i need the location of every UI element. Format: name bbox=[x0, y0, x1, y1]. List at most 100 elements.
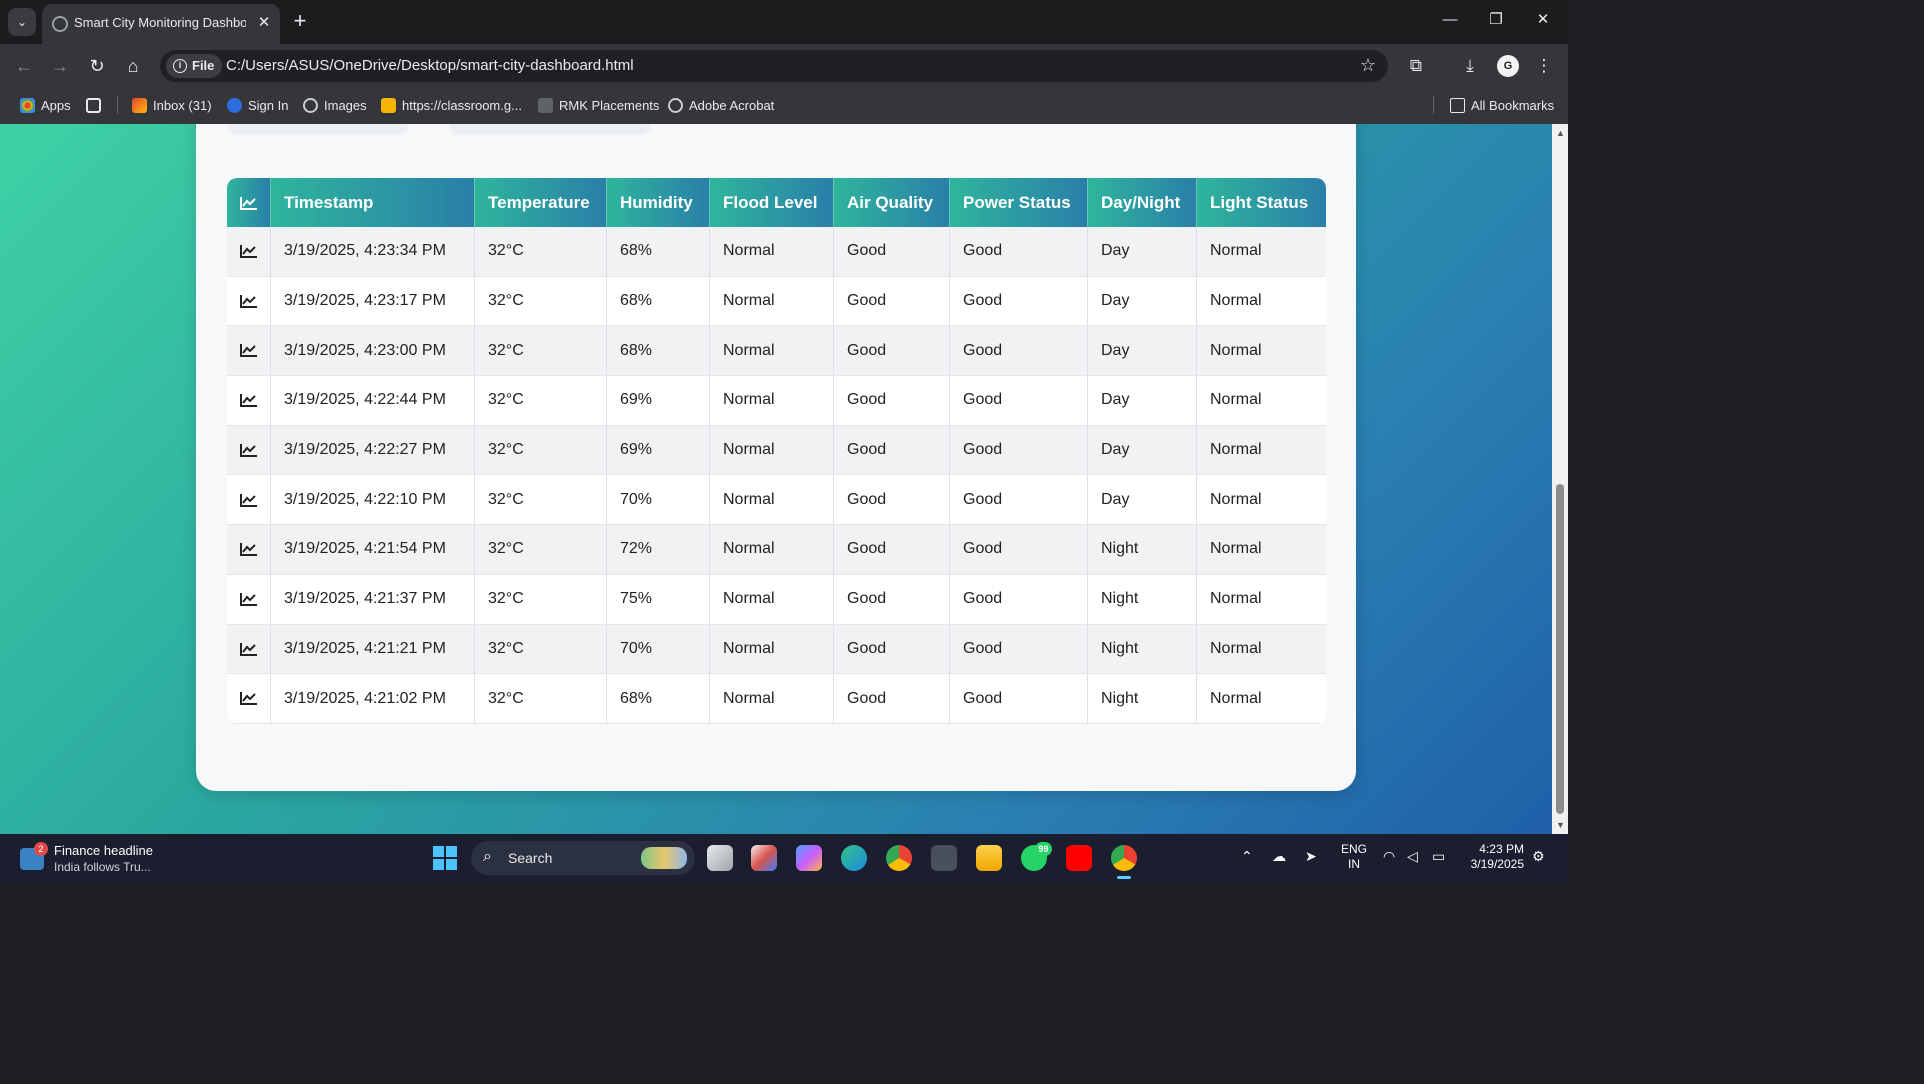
chart-line-icon bbox=[239, 294, 257, 308]
header-humidity[interactable]: Humidity bbox=[607, 178, 710, 227]
forward-button[interactable]: → bbox=[48, 54, 72, 78]
table-row[interactable]: 3/19/2025, 4:21:54 PM 32°C 72% Normal Good Go… bbox=[227, 525, 1326, 575]
news-widget[interactable]: 2 Finance headline India follows Tru... bbox=[20, 840, 220, 878]
cell-air-quality: Good bbox=[834, 674, 950, 724]
scroll-down-arrow-icon[interactable]: ▼ bbox=[1556, 820, 1565, 830]
cell-light-status: Normal bbox=[1197, 276, 1326, 327]
cell-temperature: 32°C bbox=[475, 425, 607, 476]
address-bar[interactable]: i File C:/Users/ASUS/OneDrive/Desktop/sm… bbox=[160, 50, 1388, 82]
all-bookmarks[interactable]: All Bookmarks bbox=[1450, 96, 1554, 116]
row-chart-icon-cell[interactable] bbox=[227, 674, 271, 724]
chrome-icon[interactable] bbox=[886, 845, 912, 871]
chart-line-icon bbox=[239, 642, 257, 656]
cell-flood-level: Normal bbox=[710, 326, 834, 377]
copilot-icon[interactable] bbox=[796, 845, 822, 871]
language-indicator[interactable]: ENG IN bbox=[1341, 842, 1367, 872]
bookmark-adobe[interactable]: Adobe Acrobat bbox=[668, 96, 774, 116]
url-text[interactable]: C:/Users/ASUS/OneDrive/Desktop/smart-cit… bbox=[226, 57, 634, 74]
onedrive-icon[interactable]: ☁ bbox=[1272, 848, 1286, 865]
reload-button[interactable]: ↻ bbox=[85, 54, 109, 78]
bookmark-rmk[interactable]: RMK Placements bbox=[538, 96, 659, 116]
tab-search-button[interactable]: ⌄ bbox=[8, 8, 36, 36]
minimize-button[interactable]: — bbox=[1440, 10, 1460, 30]
header-power-status[interactable]: Power Status bbox=[950, 178, 1088, 227]
back-button[interactable]: ← bbox=[12, 54, 36, 78]
cell-day-night: Night bbox=[1088, 624, 1197, 675]
header-flood-level[interactable]: Flood Level bbox=[710, 178, 834, 227]
scroll-thumb[interactable] bbox=[1556, 484, 1564, 814]
row-chart-icon-cell[interactable] bbox=[227, 475, 271, 526]
file-explorer-icon[interactable] bbox=[976, 845, 1002, 871]
table-row[interactable]: 3/19/2025, 4:21:02 PM 32°C 68% Normal Good Go… bbox=[227, 674, 1326, 724]
globe-icon bbox=[303, 98, 318, 113]
row-chart-icon-cell[interactable] bbox=[227, 276, 271, 327]
page-viewport: Timestamp Temperature Humidity Flood Lev… bbox=[0, 124, 1568, 834]
row-chart-icon-cell[interactable] bbox=[227, 425, 271, 476]
bookmark-star-icon[interactable]: ☆ bbox=[1360, 55, 1376, 76]
cell-day-night: Day bbox=[1088, 376, 1197, 426]
profile-avatar[interactable]: G bbox=[1497, 55, 1519, 77]
restore-button[interactable]: ❐ bbox=[1486, 10, 1506, 30]
browser-tab[interactable]: Smart City Monitoring Dashboard ✕ bbox=[42, 4, 280, 44]
wifi-icon[interactable]: ◠ bbox=[1383, 848, 1395, 865]
bookmark-sign-in[interactable]: Sign In bbox=[227, 96, 288, 116]
cell-air-quality: Good bbox=[834, 475, 950, 526]
youtube-icon[interactable] bbox=[1066, 845, 1092, 871]
table-row[interactable]: 3/19/2025, 4:22:10 PM 32°C 70% Normal Good Go… bbox=[227, 475, 1326, 526]
store-icon[interactable] bbox=[751, 845, 777, 871]
tab-close-icon[interactable]: ✕ bbox=[254, 13, 274, 33]
table-row[interactable]: 3/19/2025, 4:23:17 PM 32°C 68% Normal Good Go… bbox=[227, 276, 1326, 327]
chrome-active-icon[interactable] bbox=[1111, 845, 1137, 879]
volume-icon[interactable]: ◁ bbox=[1407, 848, 1418, 865]
new-tab-button[interactable]: + bbox=[288, 10, 312, 34]
bookmark-classroom[interactable]: https://classroom.g... bbox=[381, 96, 522, 116]
table-row[interactable]: 3/19/2025, 4:22:44 PM 32°C 69% Normal Good Go… bbox=[227, 376, 1326, 426]
bookmark-inbox[interactable]: Inbox (31) bbox=[132, 96, 212, 116]
extensions-icon[interactable]: ⧉ bbox=[1404, 54, 1428, 78]
row-chart-icon-cell[interactable] bbox=[227, 574, 271, 625]
site-info-chip[interactable]: i File bbox=[166, 54, 223, 78]
cell-light-status: Normal bbox=[1197, 525, 1326, 575]
bookmark-apps[interactable]: Apps bbox=[20, 96, 71, 116]
bookmark-label: Adobe Acrobat bbox=[689, 98, 775, 113]
taskbar-search[interactable]: ⌕ Search bbox=[471, 841, 695, 875]
table-row[interactable]: 3/19/2025, 4:22:27 PM 32°C 69% Normal Good Go… bbox=[227, 425, 1326, 476]
download-icon[interactable]: ⤓ bbox=[1458, 54, 1482, 78]
row-chart-icon-cell[interactable] bbox=[227, 227, 271, 277]
battery-icon[interactable]: ▭ bbox=[1432, 848, 1445, 865]
table-row[interactable]: 3/19/2025, 4:23:00 PM 32°C 68% Normal Good Go… bbox=[227, 326, 1326, 377]
vertical-scrollbar[interactable]: ▲ ▼ bbox=[1552, 124, 1568, 834]
cell-power-status: Good bbox=[950, 475, 1088, 526]
bookmark-images[interactable]: Images bbox=[303, 96, 367, 116]
header-temperature[interactable]: Temperature bbox=[475, 178, 607, 227]
windows-start-icon[interactable] bbox=[433, 846, 457, 870]
cell-humidity: 70% bbox=[607, 624, 710, 675]
row-chart-icon-cell[interactable] bbox=[227, 624, 271, 675]
chart-line-icon bbox=[239, 493, 257, 507]
cell-light-status: Normal bbox=[1197, 574, 1326, 625]
row-chart-icon-cell[interactable] bbox=[227, 326, 271, 377]
cell-light-status: Normal bbox=[1197, 227, 1326, 277]
row-chart-icon-cell[interactable] bbox=[227, 376, 271, 426]
table-row[interactable]: 3/19/2025, 4:21:37 PM 32°C 75% Normal Good Go… bbox=[227, 574, 1326, 625]
app-hex-icon[interactable] bbox=[931, 845, 957, 871]
close-window-button[interactable]: ✕ bbox=[1533, 10, 1553, 30]
table-row[interactable]: 3/19/2025, 4:23:34 PM 32°C 68% Normal Good Go… bbox=[227, 227, 1326, 277]
row-chart-icon-cell[interactable] bbox=[227, 525, 271, 575]
tab-groups-icon[interactable] bbox=[86, 96, 107, 116]
system-clock[interactable]: 4:23 PM 3/19/2025 bbox=[1462, 842, 1524, 872]
home-button[interactable]: ⌂ bbox=[121, 54, 145, 78]
header-timestamp[interactable]: Timestamp bbox=[271, 178, 475, 227]
notification-bell-icon[interactable]: ⚙ bbox=[1532, 848, 1545, 865]
header-air-quality[interactable]: Air Quality bbox=[834, 178, 950, 227]
header-light-status[interactable]: Light Status bbox=[1197, 178, 1326, 227]
scroll-up-arrow-icon[interactable]: ▲ bbox=[1556, 128, 1565, 138]
table-row[interactable]: 3/19/2025, 4:21:21 PM 32°C 70% Normal Good Go… bbox=[227, 624, 1326, 675]
menu-kebab-icon[interactable]: ⋮ bbox=[1532, 54, 1556, 78]
cell-light-status: Normal bbox=[1197, 475, 1326, 526]
header-day-night[interactable]: Day/Night bbox=[1088, 178, 1197, 227]
edge-icon[interactable] bbox=[841, 845, 867, 871]
location-icon[interactable]: ➤ bbox=[1305, 848, 1317, 865]
tray-chevron-icon[interactable]: ⌃ bbox=[1241, 848, 1253, 865]
task-view-icon[interactable] bbox=[707, 845, 733, 871]
